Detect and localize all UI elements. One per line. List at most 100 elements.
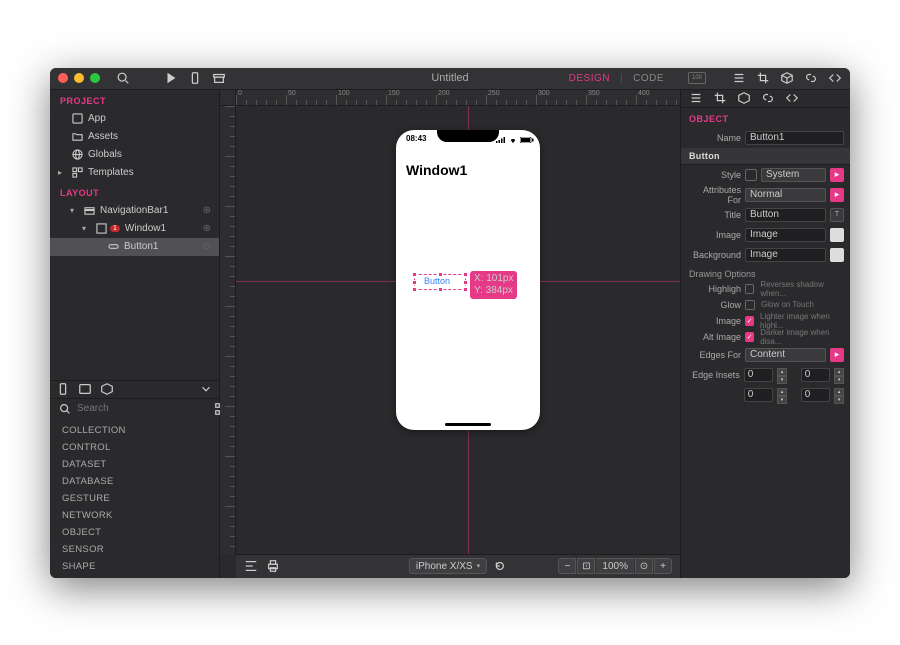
crop-icon[interactable]: [756, 71, 770, 85]
inset-top-input[interactable]: 0: [744, 368, 773, 382]
lib-group-gesture[interactable]: GESTURE: [50, 490, 219, 507]
aspect-ratio-icon[interactable]: 100: [688, 72, 706, 84]
resize-handle-se[interactable]: [463, 287, 468, 292]
image-well[interactable]: [830, 228, 844, 242]
device-selector[interactable]: iPhone X/XS ▾: [409, 558, 487, 574]
lib-group-database[interactable]: DATABASE: [50, 473, 219, 490]
layout-item-button[interactable]: Button1⊙: [50, 238, 219, 256]
link-icon[interactable]: [761, 91, 775, 105]
inset-bottom-stepper[interactable]: ▴▾: [777, 388, 787, 402]
highlight-desc: Reverses shadow when...: [760, 280, 844, 298]
code-icon[interactable]: [785, 91, 799, 105]
list-icon[interactable]: [689, 91, 703, 105]
layout-item-window[interactable]: ▾1Window1⊕: [50, 220, 219, 238]
device-icon[interactable]: [188, 71, 202, 85]
edges-stepper-icon[interactable]: ▸: [830, 348, 844, 362]
title-input[interactable]: Button: [745, 208, 826, 222]
edges-popup[interactable]: Content: [745, 348, 826, 362]
opt-highlight-label: Highligh: [687, 284, 741, 294]
zoom-window-button[interactable]: [90, 73, 100, 83]
library-search-input[interactable]: [77, 403, 209, 414]
device-tab-icon[interactable]: [56, 382, 70, 396]
rotate-icon[interactable]: [493, 559, 507, 573]
canvas-area: 050100150200250300350400450 08:43 Window…: [220, 90, 680, 578]
templates-icon: [71, 167, 83, 179]
inset-left-input[interactable]: 0: [801, 368, 830, 382]
chevron-down-icon[interactable]: [199, 382, 213, 396]
project-item-app[interactable]: App: [50, 110, 219, 128]
cube-tab-icon[interactable]: [100, 382, 114, 396]
font-button-icon[interactable]: T: [830, 208, 844, 222]
project-item-globals[interactable]: Globals: [50, 146, 219, 164]
cube-icon[interactable]: [780, 71, 794, 85]
resize-handle-w[interactable]: [412, 280, 417, 285]
app-icon: [71, 113, 83, 125]
background-label: Background: [687, 250, 741, 260]
attributes-popup[interactable]: Normal: [745, 188, 826, 202]
zoom-in-button[interactable]: +: [654, 558, 672, 574]
resize-handle-e[interactable]: [463, 280, 468, 285]
style-stepper-icon[interactable]: ▸: [830, 168, 844, 182]
options-icon[interactable]: ⊙: [203, 241, 211, 252]
canvas[interactable]: 08:43 Window1: [236, 106, 680, 554]
code-icon[interactable]: [828, 71, 842, 85]
tab-code[interactable]: CODE: [633, 73, 664, 84]
resize-handle-sw[interactable]: [412, 287, 417, 292]
style-swatch[interactable]: [745, 169, 757, 181]
lib-group-object[interactable]: OBJECT: [50, 524, 219, 541]
highlight-checkbox[interactable]: [745, 284, 754, 294]
inset-left-stepper[interactable]: ▴▾: [834, 368, 844, 382]
lib-group-control[interactable]: CONTROL: [50, 439, 219, 456]
search-icon[interactable]: [116, 71, 130, 85]
lib-group-collection[interactable]: COLLECTION: [50, 422, 219, 439]
lib-group-network[interactable]: NETWORK: [50, 507, 219, 524]
zoom-fit-button[interactable]: ⊡: [577, 558, 595, 574]
glow-checkbox[interactable]: [745, 300, 755, 310]
print-icon[interactable]: [266, 559, 280, 573]
close-window-button[interactable]: [58, 73, 68, 83]
window-tab-icon[interactable]: [78, 382, 92, 396]
background-well[interactable]: [830, 248, 844, 262]
minimize-window-button[interactable]: [74, 73, 84, 83]
inset-bottom-input[interactable]: 0: [744, 388, 773, 402]
inset-top-stepper[interactable]: ▴▾: [777, 368, 787, 382]
play-icon[interactable]: [164, 71, 178, 85]
zoom-value[interactable]: 100%: [596, 558, 634, 574]
resize-handle-ne[interactable]: [463, 272, 468, 277]
inset-right-input[interactable]: 0: [801, 388, 830, 402]
list-icon[interactable]: [732, 71, 746, 85]
lib-group-dataset[interactable]: DATASET: [50, 456, 219, 473]
zoom-reset-button[interactable]: ⊙: [635, 558, 653, 574]
inset-right-stepper[interactable]: ▴▾: [834, 388, 844, 402]
zoom-out-button[interactable]: −: [558, 558, 576, 574]
tab-design[interactable]: DESIGN: [569, 73, 610, 84]
ruler-horizontal[interactable]: 050100150200250300350400450: [236, 90, 680, 106]
link-icon[interactable]: [804, 71, 818, 85]
attributes-stepper-icon[interactable]: ▸: [830, 188, 844, 202]
style-popup[interactable]: System: [761, 168, 826, 182]
resize-handle-s[interactable]: [438, 287, 443, 292]
image-input[interactable]: Image: [745, 228, 826, 242]
globe-icon: [71, 149, 83, 161]
ruler-vertical[interactable]: [220, 106, 236, 554]
image-checkbox[interactable]: [745, 316, 754, 326]
cube-icon[interactable]: [737, 91, 751, 105]
lib-group-sensor[interactable]: SENSOR: [50, 541, 219, 558]
prop-row-name: Name Button1: [681, 128, 850, 148]
options-icon[interactable]: ⊕: [203, 223, 211, 234]
align-icon[interactable]: [244, 559, 258, 573]
coord-x: X: 101px: [474, 273, 513, 285]
layout-item-navbar[interactable]: ▾NavigationBar1⊕: [50, 202, 219, 220]
background-input[interactable]: Image: [745, 248, 826, 262]
library-search: [50, 399, 219, 419]
project-item-assets[interactable]: Assets: [50, 128, 219, 146]
options-icon[interactable]: ⊕: [203, 205, 211, 216]
crop-icon[interactable]: [713, 91, 727, 105]
name-input[interactable]: Button1: [745, 131, 844, 145]
resize-handle-nw[interactable]: [412, 272, 417, 277]
project-item-templates[interactable]: ▸Templates: [50, 164, 219, 182]
altimage-checkbox[interactable]: [745, 332, 754, 342]
lib-group-shape[interactable]: SHAPE: [50, 558, 219, 575]
selected-button-label[interactable]: Button: [424, 276, 450, 286]
archive-icon[interactable]: [212, 71, 226, 85]
